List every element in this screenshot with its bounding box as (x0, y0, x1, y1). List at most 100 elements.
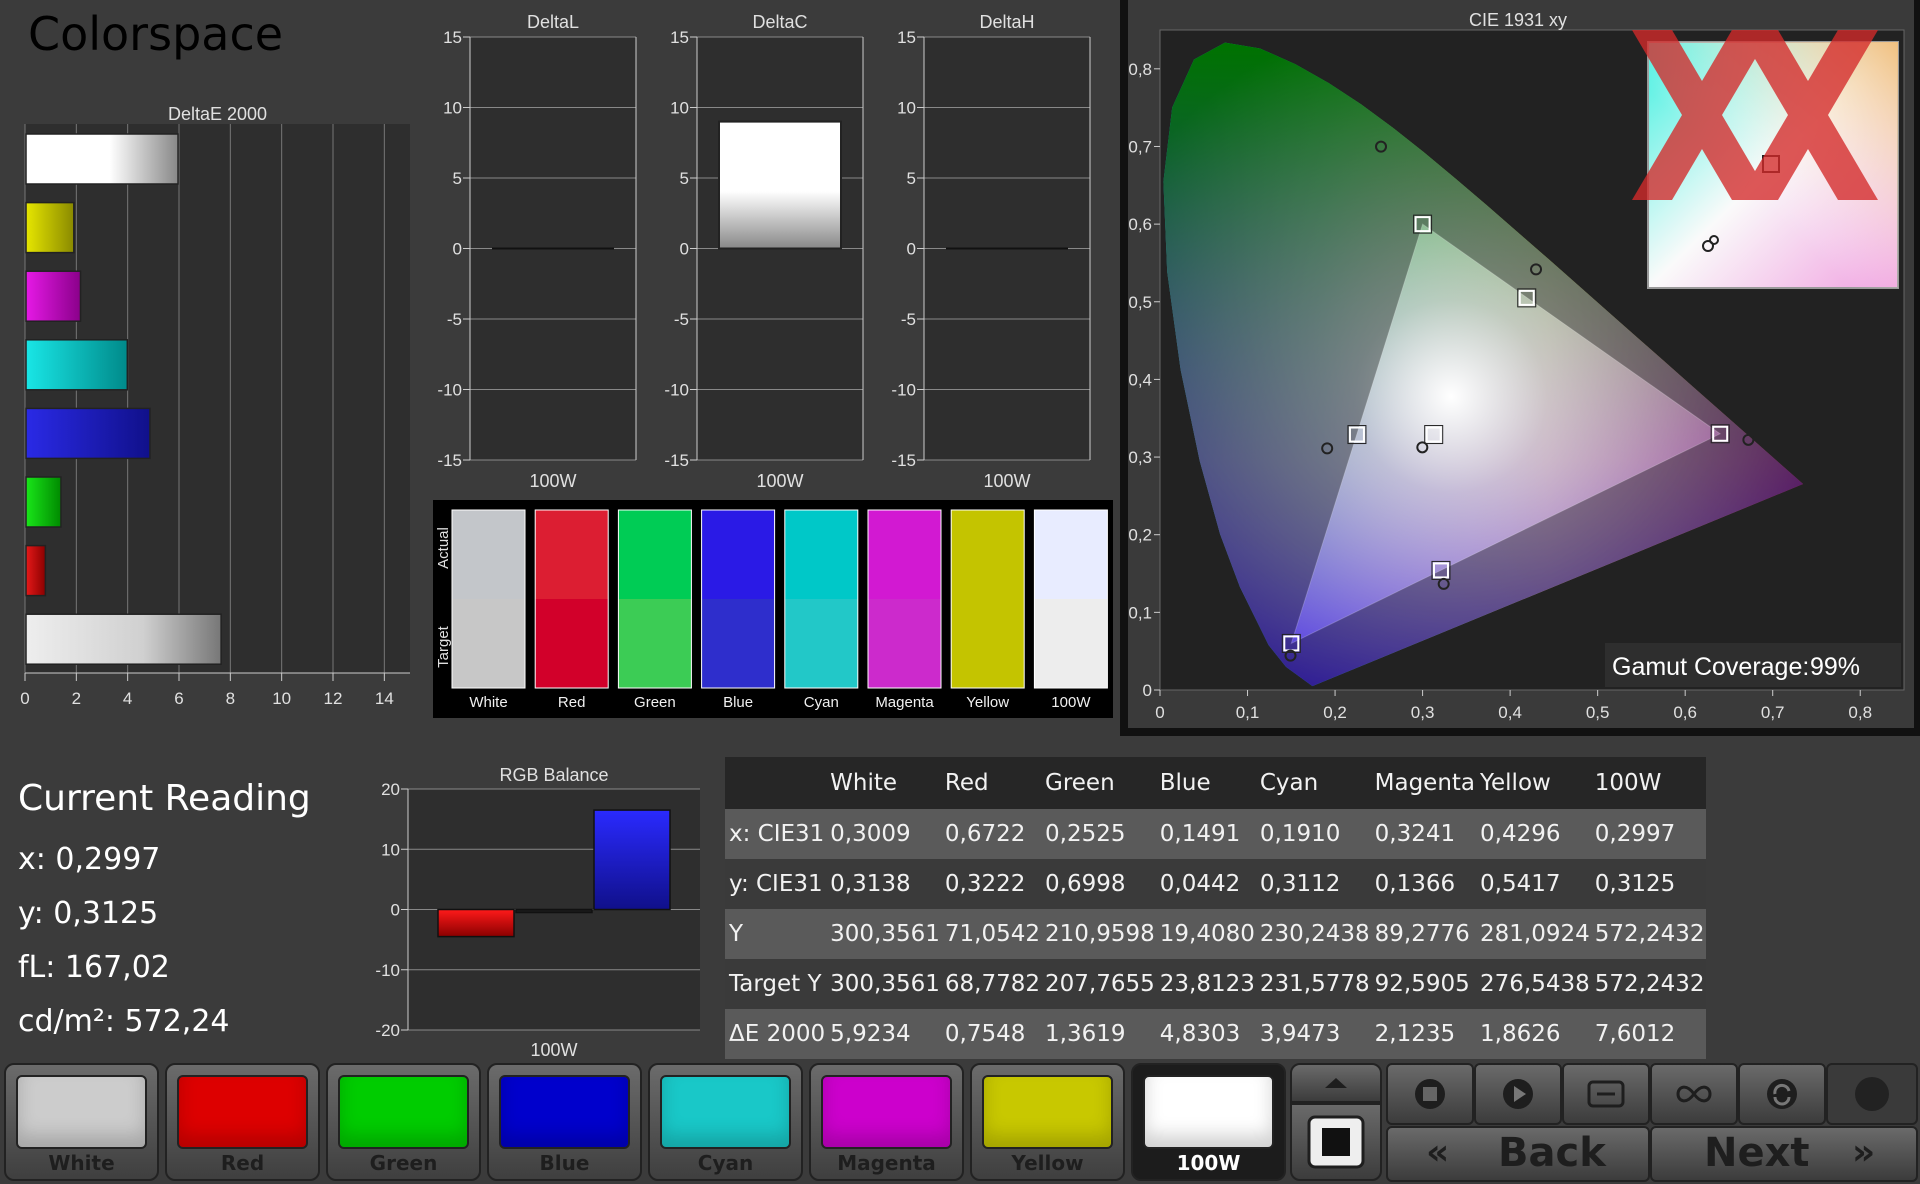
actual-label: Actual (435, 527, 452, 569)
rgb-title: RGB Balance (499, 765, 608, 785)
table-row-label: y: CIE31 (725, 859, 827, 909)
swatch-actual-blue (701, 510, 775, 599)
table-cell: 1,3619 (1041, 1009, 1156, 1059)
gamut-coverage-label: Gamut Coverage: (1612, 653, 1809, 681)
cie-y-tick-label: 0,5 (1128, 293, 1152, 312)
swatch-target-blue (701, 599, 775, 688)
table-cell: 0,3112 (1255, 859, 1371, 909)
target-label: Target (435, 625, 452, 668)
rgb-x-label: 100W (530, 1040, 577, 1060)
table-cell: 4,8303 (1155, 1009, 1256, 1059)
swatch-button-color (16, 1075, 147, 1149)
swatch-actual-red (535, 510, 609, 599)
next-arrows-icon: » (1852, 1132, 1876, 1173)
deltah-tick-label: -10 (891, 381, 916, 400)
table-row: y: CIE31 0,3138 0,3222 0,6998 0,0442 0,3112 0,… (725, 859, 1706, 909)
play-button[interactable] (1474, 1063, 1562, 1125)
next-button[interactable]: Next » (1650, 1126, 1918, 1182)
refresh-button[interactable] (1738, 1063, 1826, 1125)
deltah-tick-label: -15 (891, 451, 916, 470)
deltae-chart: DeltaE 2000 0 2 4 6 8 10 12 14 (20, 104, 410, 708)
deltae-bar-100w (25, 613, 222, 665)
deltah-tick-label: -5 (901, 310, 916, 329)
measure-range-icon (1587, 1080, 1625, 1108)
swatch-button-label: Cyan (697, 1151, 754, 1175)
rgb-tick-label: 20 (381, 780, 400, 799)
loop-button[interactable] (1650, 1063, 1738, 1125)
swatch-button-yellow[interactable]: Yellow (970, 1063, 1125, 1181)
deltal-tick-label: 5 (453, 169, 462, 188)
table-cell: 0,7548 (940, 1009, 1041, 1059)
next-label: Next (1704, 1130, 1810, 1176)
deltae-plot-area (25, 124, 410, 673)
swatch-button-label: Green (369, 1151, 438, 1175)
deltac-tick-label: -5 (674, 310, 689, 329)
table-cell: 0,1910 (1255, 809, 1371, 859)
deltae-bar-magenta (25, 270, 82, 322)
swatch-button-blue[interactable]: Blue (487, 1063, 642, 1181)
table-cell: 0,2997 (1590, 809, 1706, 859)
status-dot-icon (1855, 1077, 1889, 1111)
swatch-button-color (177, 1075, 308, 1149)
table-cell: 92,5905 (1370, 959, 1477, 1009)
gamut-coverage-value: 99% (1810, 653, 1860, 681)
swatch-button-color (660, 1075, 791, 1149)
deltal-title: DeltaL (527, 12, 579, 32)
table-header-cell: White (826, 757, 941, 809)
table-cell: 300,3561 (826, 909, 941, 959)
deltah-title: DeltaH (979, 12, 1034, 32)
swatch-actual-magenta (868, 510, 941, 599)
reading-x: x: 0,2997 (18, 842, 161, 877)
swatch-label: Magenta (875, 694, 934, 711)
back-button[interactable]: « Back (1386, 1126, 1650, 1182)
rgb-tick-label: -10 (375, 961, 400, 980)
swatch-button-color (338, 1075, 469, 1149)
deltal-tick-label: 15 (443, 28, 462, 47)
cie-y-tick-label: 0,7 (1128, 137, 1152, 156)
swatch-actual-green (618, 510, 692, 599)
cie-x-tick-label: 0,3 (1411, 703, 1435, 722)
deltac-tick-label: 10 (670, 99, 689, 118)
swatch-button-label: 100W (1176, 1151, 1241, 1175)
swatch-button-red[interactable]: Red (165, 1063, 320, 1181)
swatch-button-cyan[interactable]: Cyan (648, 1063, 803, 1181)
deltae-tick-label: 10 (272, 689, 291, 708)
table-cell: 23,8123 (1155, 959, 1256, 1009)
swatch-button-green[interactable]: Green (326, 1063, 481, 1181)
deltac-tick-label: 0 (680, 240, 689, 259)
swatch-button-100w[interactable]: 100W (1131, 1063, 1286, 1181)
swatch-button-white[interactable]: White (4, 1063, 159, 1181)
table-cell: 0,2525 (1041, 809, 1156, 859)
deltah-tick-label: 15 (897, 28, 916, 47)
cie-x-tick-label: 0,4 (1498, 703, 1522, 722)
table-cell: 0,1491 (1155, 809, 1256, 859)
deltal-tick-label: -5 (447, 310, 462, 329)
status-button[interactable] (1826, 1063, 1918, 1125)
swatch-button-color (982, 1075, 1113, 1149)
deltah-chart: DeltaH 15 10 5 0 -5 -10 -15 100W (891, 12, 1091, 491)
table-header-cell: Green (1041, 757, 1156, 809)
cie-y-tick-label: 0,6 (1128, 215, 1152, 234)
page-title: Colorspace (28, 7, 283, 61)
deltac-chart: DeltaC 15 10 5 0 -5 -10 -15 100W (664, 12, 864, 491)
swatch-actual-yellow (951, 510, 1025, 599)
stop-button[interactable] (1386, 1063, 1474, 1125)
record-stop-button[interactable] (1290, 1103, 1382, 1181)
rgb-balance-chart: RGB Balance 20 10 0 -10 -20 100W (375, 765, 700, 1060)
swatch-label: Red (558, 694, 586, 711)
table-cell: 300,3561 (826, 959, 941, 1009)
deltae-bar-white (25, 133, 179, 185)
table-header-row: White Red Green Blue Cyan Magenta Yellow… (725, 757, 1706, 809)
table-cell: 0,6722 (940, 809, 1041, 859)
table-cell: 281,0924 (1476, 909, 1591, 959)
table-cell: 0,3009 (826, 809, 941, 859)
measure-range-button[interactable] (1562, 1063, 1650, 1125)
deltae-bar-red (25, 544, 47, 597)
swatch-button-magenta[interactable]: Magenta (809, 1063, 964, 1181)
rgb-bar-blue (593, 809, 671, 911)
up-arrow-icon[interactable] (1290, 1063, 1382, 1103)
measurement-table: White Red Green Blue Cyan Magenta Yellow… (725, 757, 1706, 1059)
swatch-target-magenta (868, 599, 941, 688)
cie-y-tick-label: 0,8 (1128, 60, 1152, 79)
table-cell: 68,7782 (940, 959, 1041, 1009)
